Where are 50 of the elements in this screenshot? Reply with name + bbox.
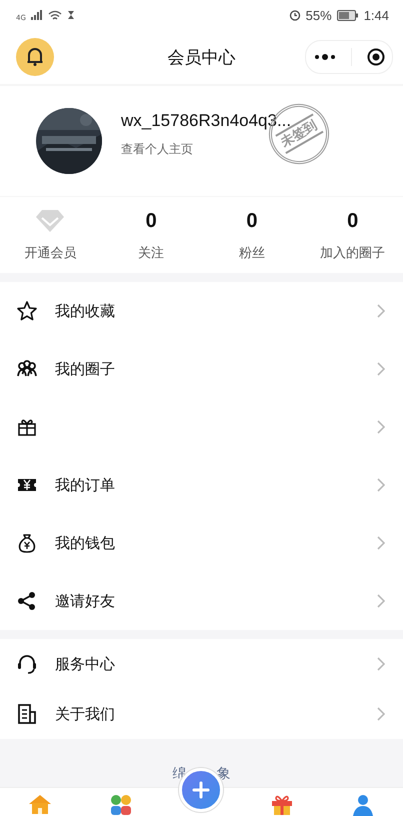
headset-icon (16, 653, 38, 675)
menu-item[interactable]: 邀请好友 (0, 572, 403, 630)
stat-label[interactable]: 粉丝 (238, 244, 265, 262)
menu-item[interactable]: 关于我们 (0, 689, 403, 739)
chevron-icon (377, 304, 385, 318)
menu-item[interactable]: 我的圈子 (0, 340, 403, 398)
menu-label: 我的收藏 (55, 302, 116, 320)
close-target-icon[interactable] (366, 48, 384, 66)
chevron-icon (377, 362, 385, 376)
chevron-icon (377, 707, 385, 721)
menu-item[interactable]: 我的订单 (0, 456, 403, 514)
alarm-icon (288, 9, 301, 21)
home-icon[interactable] (27, 792, 54, 816)
plus-icon (192, 781, 210, 799)
document-icon (16, 703, 38, 725)
profile-link[interactable]: 查看个人主页 (121, 140, 193, 158)
chevron-icon (377, 420, 385, 434)
menu-label: 服务中心 (55, 654, 116, 674)
menu-item[interactable]: 我的收藏 (0, 282, 403, 340)
menu-label: 关于我们 (55, 704, 116, 724)
hourglass-icon (66, 10, 75, 20)
notification-button[interactable] (16, 38, 54, 76)
stat-count: 0 (146, 209, 157, 234)
menu-item[interactable]: 我的钱包 (0, 514, 403, 572)
battery-percent: 55% (306, 8, 332, 22)
battery-icon (336, 10, 359, 20)
signal-icon (30, 10, 43, 20)
menu-label: 我的圈子 (55, 360, 116, 378)
page-title: 会员中心 (168, 46, 236, 68)
stat-count: 0 (246, 209, 258, 234)
capsule-menu[interactable] (305, 40, 393, 74)
chevron-icon (377, 594, 385, 608)
share-icon (16, 590, 38, 612)
chevron-icon (377, 657, 385, 671)
clock-time: 1:44 (364, 8, 389, 22)
star-icon (16, 300, 38, 322)
money-bag-icon (16, 532, 38, 554)
menu-label: 我的订单 (55, 476, 116, 494)
chevron-icon (377, 536, 385, 550)
chevron-icon (377, 478, 385, 492)
stat-label[interactable]: 开通会员 (24, 244, 76, 262)
stat-count: 0 (347, 209, 358, 234)
menu-item[interactable]: 服务中心 (0, 639, 403, 689)
wifi-icon (48, 10, 62, 20)
stat-label[interactable]: 关注 (138, 244, 164, 262)
more-icon[interactable] (314, 53, 336, 61)
stat-label[interactable]: 加入的圈子 (320, 244, 386, 262)
menu-label: 邀请好友 (55, 592, 116, 610)
menu-label: 我的钱包 (55, 534, 116, 552)
bell-icon (26, 47, 44, 67)
